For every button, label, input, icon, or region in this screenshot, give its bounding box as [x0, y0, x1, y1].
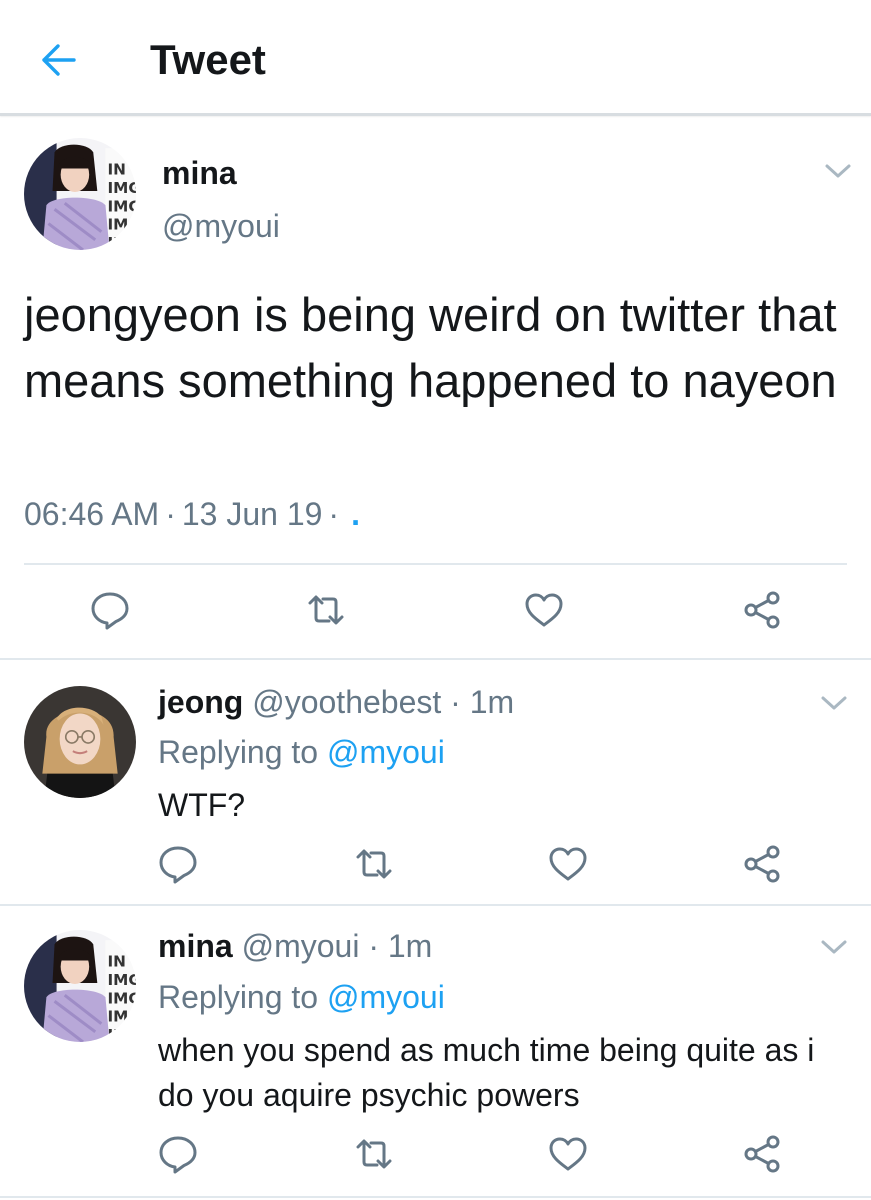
back-button[interactable] — [36, 40, 78, 80]
share-button[interactable] — [740, 1132, 784, 1176]
app-header: Tweet — [0, 0, 871, 116]
reply-icon — [156, 1132, 200, 1176]
mention-link[interactable]: @myoui — [327, 979, 445, 1015]
page-title: Tweet — [150, 36, 266, 83]
reply-time: 1m — [469, 684, 515, 720]
reply-button[interactable] — [156, 1132, 200, 1176]
chevron-down-icon[interactable] — [824, 162, 852, 180]
reply-time: 1m — [387, 928, 433, 964]
author-handle[interactable]: @myoui — [162, 208, 280, 245]
like-button[interactable] — [546, 1132, 590, 1176]
like-icon — [522, 588, 566, 632]
retweet-button[interactable] — [352, 1132, 396, 1176]
share-button[interactable] — [740, 588, 784, 632]
author-handle[interactable]: @myoui — [242, 928, 360, 964]
mention-link[interactable]: @myoui — [327, 734, 445, 770]
tweet-text: jeongyeon is being weird on twitter that… — [24, 288, 837, 407]
avatar[interactable] — [24, 686, 136, 798]
reply-button[interactable] — [156, 842, 200, 886]
tweet-time: 06:46 AM — [24, 496, 160, 532]
author-name[interactable]: mina — [162, 155, 237, 192]
chevron-down-icon[interactable] — [820, 938, 848, 956]
source-link[interactable]: . — [351, 496, 360, 532]
reply-icon — [88, 588, 132, 632]
reply-button[interactable] — [88, 588, 132, 632]
replying-label: Replying to — [158, 734, 319, 770]
retweet-icon — [352, 842, 396, 886]
retweet-icon — [304, 588, 348, 632]
replying-label: Replying to — [158, 979, 319, 1015]
retweet-button[interactable] — [304, 588, 348, 632]
author-name[interactable]: jeong — [158, 684, 243, 720]
share-icon — [740, 588, 784, 632]
divider — [0, 1196, 871, 1198]
replying-to: Replying to @myoui — [158, 734, 445, 771]
reply-text: WTF? — [158, 787, 246, 823]
tweet-date: 13 Jun 19 — [181, 496, 323, 532]
like-button[interactable] — [546, 842, 590, 886]
share-icon — [740, 1132, 784, 1176]
avatar[interactable] — [24, 138, 136, 250]
author-name[interactable]: mina — [158, 928, 233, 964]
share-button[interactable] — [740, 842, 784, 886]
reply-header: jeong @yoothebest · 1m — [158, 684, 515, 720]
like-button[interactable] — [522, 588, 566, 632]
replying-to: Replying to @myoui — [158, 979, 445, 1016]
retweet-icon — [352, 1132, 396, 1176]
avatar[interactable] — [24, 930, 136, 1042]
like-icon — [546, 1132, 590, 1176]
like-icon — [546, 842, 590, 886]
author-handle[interactable]: @yoothebest — [252, 684, 441, 720]
chevron-down-icon[interactable] — [820, 694, 848, 712]
divider — [0, 904, 871, 906]
arrow-left-icon — [42, 44, 76, 76]
divider — [24, 563, 847, 565]
retweet-button[interactable] — [352, 842, 396, 886]
reply-header: mina @myoui · 1m — [158, 928, 433, 964]
reply-icon — [156, 842, 200, 886]
share-icon — [740, 842, 784, 886]
reply-text: when you spend as much time being quite … — [158, 1032, 815, 1113]
tweet-timestamp: 06:46 AM · 13 Jun 19 ·. — [24, 496, 360, 532]
divider — [0, 658, 871, 660]
